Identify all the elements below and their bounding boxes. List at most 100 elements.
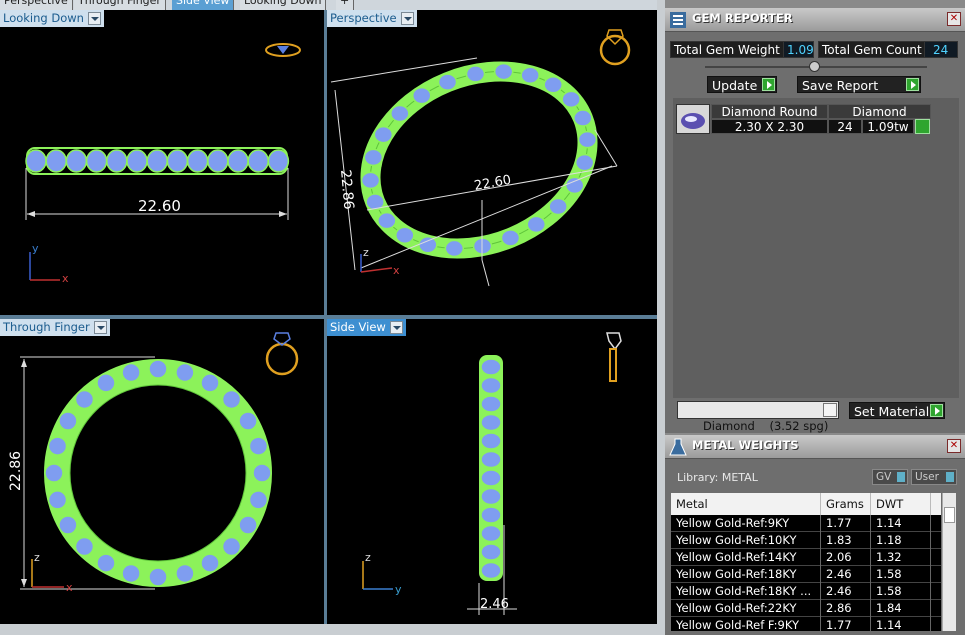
flask-icon (669, 438, 687, 456)
height-dimension: 22.86 (337, 169, 356, 210)
gem-stone (526, 215, 547, 234)
gem-reporter-icon (670, 12, 686, 28)
tab-through-finger[interactable]: Through Finger (74, 0, 166, 10)
gem-stone (574, 153, 595, 172)
ring-preview-icon (599, 29, 631, 66)
set-material-button[interactable]: Set Material (849, 402, 945, 419)
cell-grams: 1.83 (821, 532, 871, 549)
table-row[interactable]: Yellow Gold-Ref:18KY ... 2.46 1.58 (671, 583, 941, 600)
material-select[interactable]: Diamond (3.52 spg) (677, 401, 839, 433)
table-row[interactable]: Yellow Gold-Ref:22KY 2.86 1.84 (671, 600, 941, 617)
gem-thumbnail[interactable] (676, 104, 710, 134)
gem-stone (472, 237, 493, 255)
gem-stone (227, 149, 249, 173)
gem-stone (480, 432, 502, 450)
view-tab-strip: Perspective Through Finger Side View Loo… (0, 0, 660, 10)
chevron-down-icon[interactable] (389, 321, 403, 334)
table-row[interactable]: Yellow Gold-Ref F:9KY 1.77 1.14 (671, 617, 941, 631)
svg-text:z: z (34, 551, 40, 564)
gem-stone (500, 229, 521, 247)
cell-grams: 1.77 (821, 617, 871, 631)
slider-handle[interactable] (809, 61, 820, 72)
gem-stone (363, 148, 384, 167)
status-strip (0, 624, 657, 635)
tab-looking-down[interactable]: Looking Down (240, 0, 327, 10)
viewport-looking-down[interactable]: 22.60 y x Looking Down (0, 10, 324, 315)
gem-stone (221, 389, 242, 410)
close-icon[interactable]: ✕ (947, 12, 961, 26)
play-icon[interactable] (915, 119, 930, 134)
gem-stone (573, 109, 593, 127)
table-row[interactable]: Yellow Gold-Ref:18KY 2.46 1.58 (671, 566, 941, 583)
gem-stone (480, 395, 502, 413)
cell-grams: 1.77 (821, 515, 871, 532)
svg-text:z: z (363, 246, 369, 259)
chevron-down-icon[interactable] (400, 12, 414, 25)
cell-metal: Yellow Gold-Ref:18KY ... (671, 583, 821, 600)
gem-reporter-header: GEM REPORTER ✕ (665, 8, 965, 32)
viewport-label-through-finger[interactable]: Through Finger (0, 319, 110, 336)
ring-front-view (44, 359, 272, 587)
table-row[interactable]: Yellow Gold-Ref:10KY 1.83 1.18 (671, 532, 941, 549)
gem-stone (480, 561, 502, 580)
gem-stone (360, 171, 381, 190)
gem-stone (520, 66, 540, 85)
svg-text:x: x (62, 272, 69, 285)
gem-stone (418, 235, 438, 254)
play-icon (906, 78, 919, 91)
gv-toggle[interactable]: GV (872, 469, 908, 485)
viewport-label-perspective[interactable]: Perspective (327, 10, 417, 27)
viewport-through-finger[interactable]: 22.86 z x Through Finger (0, 319, 324, 624)
viewport-label-looking-down[interactable]: Looking Down (0, 10, 104, 27)
svg-text:y: y (32, 242, 39, 255)
ring-preview-icon (265, 332, 299, 376)
library-label: Library: METAL (677, 471, 758, 484)
tab-side-view[interactable]: Side View (172, 0, 235, 10)
cell-dwt: 1.58 (871, 583, 931, 600)
cell-metal: Yellow Gold-Ref:9KY (671, 515, 821, 532)
table-row[interactable]: Yellow Gold-Ref:14KY 2.06 1.32 (671, 549, 941, 566)
chevron-down-icon[interactable] (93, 321, 107, 334)
metal-table: Metal Grams DWT Yellow Gold-Ref:9KY 1.77 1… (671, 493, 941, 631)
viewport-label-side-view[interactable]: Side View (327, 319, 406, 336)
column-header-dwt[interactable]: DWT (871, 493, 931, 515)
table-scrollbar[interactable] (942, 493, 956, 631)
gem-stone (58, 515, 78, 535)
gem-stone (437, 73, 458, 91)
column-header-metal[interactable]: Metal (671, 493, 821, 515)
table-row[interactable]: Yellow Gold-Ref:9KY 1.77 1.14 (671, 515, 941, 532)
scrollbar-thumb[interactable] (944, 507, 955, 523)
ring-preview-icon (265, 43, 301, 57)
metal-weights-panel: METAL WEIGHTS ✕ Library: METAL GV User M… (665, 435, 965, 635)
cell-grams: 2.46 (821, 566, 871, 583)
looking-down-drawing: 22.60 y x (25, 43, 301, 285)
gem-stone (121, 563, 141, 584)
chevron-down-icon[interactable] (823, 403, 837, 417)
gem-stone (373, 125, 394, 144)
viewport-perspective[interactable]: 22.86 22.60 z x Perspective (327, 10, 657, 315)
gem-stone (480, 469, 502, 487)
tab-add[interactable]: + (336, 0, 355, 10)
axis-indicator: z y (362, 551, 402, 596)
user-toggle[interactable]: User (911, 469, 957, 485)
panel-divider[interactable] (657, 0, 665, 635)
save-report-button[interactable]: Save Report (797, 76, 921, 93)
axis-indicator: z x (360, 246, 400, 277)
chevron-down-icon[interactable] (87, 12, 101, 25)
close-icon[interactable]: ✕ (947, 439, 961, 453)
gem-stone (121, 362, 141, 383)
viewport-divider[interactable] (0, 315, 657, 319)
gem-stone (480, 543, 502, 561)
gem-stone (377, 211, 397, 230)
through-finger-drawing: 22.86 z x (8, 332, 299, 594)
column-header-grams[interactable]: Grams (821, 493, 871, 515)
gem-stone (74, 536, 95, 557)
gem-stone (247, 149, 269, 173)
gem-stone (493, 62, 514, 81)
viewport-side-view[interactable]: 2.46 z y Side View (327, 319, 657, 624)
width-dimension: 22.60 (473, 173, 512, 194)
gem-stone (148, 359, 168, 379)
update-button[interactable]: Update (707, 76, 777, 93)
tab-perspective[interactable]: Perspective (0, 0, 73, 10)
gem-stone (45, 149, 67, 173)
